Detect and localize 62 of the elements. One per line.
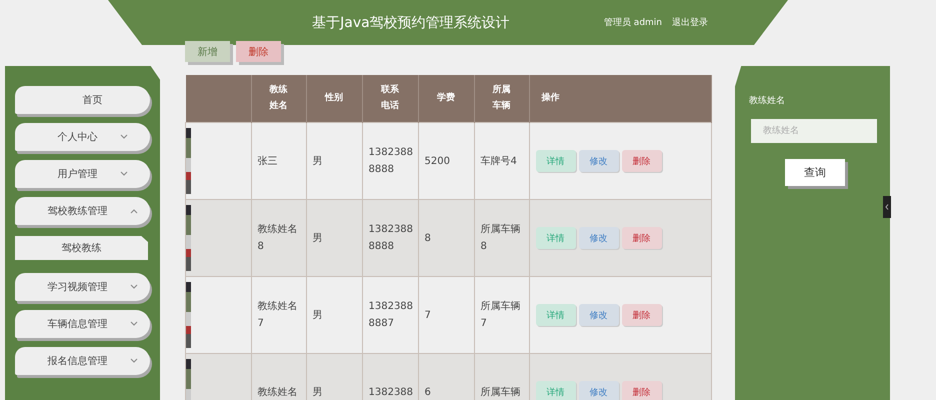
detail-button[interactable]: 详情 [536, 304, 576, 326]
chevron-icon [130, 284, 138, 290]
add-button[interactable]: 新增 [185, 41, 230, 62]
table-cell: 教练姓名 8 [258, 224, 298, 252]
chevron-left-icon [885, 204, 889, 210]
page-title: 基于Java驾校预约管理系统设计 [311, 14, 511, 32]
collapse-handle[interactable] [883, 196, 891, 218]
table-cell: 8 [424, 232, 431, 244]
table-cell: 5200 [424, 156, 450, 166]
column-header: 学费 [436, 91, 456, 105]
delete-button[interactable]: 删除 [622, 304, 662, 326]
column-header: 联系电话 [380, 83, 400, 112]
table-cell: 1382388 8887 [368, 301, 414, 329]
table-cell: 车牌号4 [480, 156, 517, 166]
edit-button[interactable]: 修改 [578, 381, 618, 400]
table-cell: 教练姓名 [258, 386, 298, 398]
edit-button[interactable]: 修改 [578, 304, 618, 326]
table-cell: 张三 [258, 156, 278, 166]
table-cell: 1382388 8888 [368, 147, 414, 175]
column-header: 操作 [542, 92, 560, 105]
column-header: 性别 [324, 92, 344, 105]
table-cell: 7 [424, 310, 431, 320]
edit-button[interactable]: 修改 [578, 150, 618, 172]
logout-link[interactable]: 退出登录 [672, 16, 708, 29]
table-cell: 1382388 8888 [368, 224, 414, 252]
detail-button[interactable]: 详情 [536, 150, 576, 172]
chevron-icon [130, 321, 138, 327]
table-cell: 1382388 [368, 386, 414, 398]
table-cell: 男 [312, 232, 322, 244]
delete-button[interactable]: 删除 [236, 41, 281, 62]
table-cell: 所属车辆 [480, 386, 520, 398]
chevron-icon [130, 208, 138, 214]
sidebar-item[interactable]: 个人中心 [15, 123, 150, 151]
table-cell: 男 [312, 310, 322, 320]
delete-button[interactable]: 删除 [622, 227, 662, 249]
sidebar-subitem[interactable]: 驾校教练 [15, 236, 148, 260]
delete-button[interactable]: 删除 [622, 381, 662, 400]
column-header: 教练姓名 [268, 84, 288, 112]
table-cell: 男 [312, 386, 322, 398]
sidebar-item[interactable]: 驾校教练管理 [15, 197, 150, 225]
table-cell: 教练姓名 7 [258, 301, 298, 329]
sidebar-item[interactable]: 用户管理 [15, 160, 150, 188]
search-field[interactable]: 教练姓名 [751, 119, 877, 143]
sidebar-item[interactable]: 首页 [15, 86, 150, 114]
table-cell: 6 [424, 386, 431, 398]
column-header: 所属车辆 [492, 84, 512, 112]
edit-button[interactable]: 修改 [578, 227, 618, 249]
chevron-icon [120, 171, 128, 177]
detail-button[interactable]: 详情 [536, 227, 576, 249]
delete-button[interactable]: 删除 [622, 150, 662, 172]
sidebar-item[interactable]: 学习视频管理 [15, 273, 150, 301]
sidebar-item[interactable]: 车辆信息管理 [15, 310, 150, 338]
field-label: 教练姓名 [749, 94, 786, 107]
table-cell: 所属车辆 7 [480, 301, 520, 329]
user-label: 管理员 admin [604, 16, 662, 29]
sidebar-item[interactable]: 报名信息管理 [15, 347, 150, 375]
table-cell: 所属车辆 8 [480, 224, 520, 252]
chevron-icon [120, 134, 128, 140]
table-cell: 男 [312, 156, 322, 166]
detail-button[interactable]: 详情 [536, 381, 576, 400]
search-button[interactable]: 查询 [785, 159, 845, 186]
chevron-icon [130, 358, 138, 364]
